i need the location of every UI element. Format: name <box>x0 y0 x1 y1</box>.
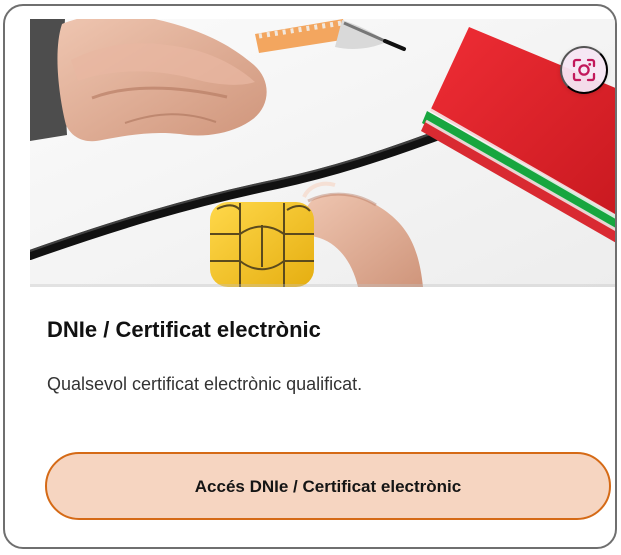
access-certificate-button[interactable]: Accés DNIe / Certificat electrònic <box>45 452 611 520</box>
card-title: DNIe / Certificat electrònic <box>47 317 321 342</box>
visual-search-button[interactable] <box>560 46 608 94</box>
hand-pen-chip-illustration <box>30 19 615 287</box>
camera-lens-icon <box>572 58 596 82</box>
certificate-login-card: DNIe / Certificat electrònic Qualsevol c… <box>3 4 617 549</box>
card-description: Qualsevol certificat electrònic qualific… <box>47 374 363 394</box>
certificate-hero-image <box>30 19 615 287</box>
